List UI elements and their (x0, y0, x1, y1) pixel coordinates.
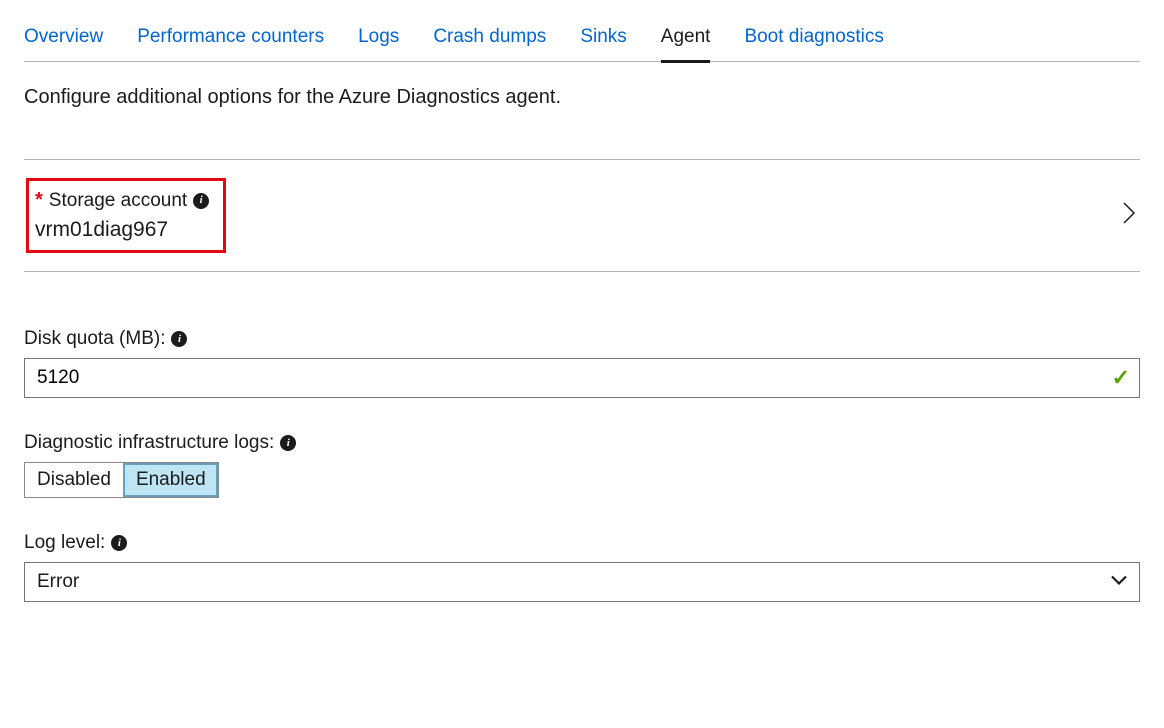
info-icon[interactable]: i (171, 331, 187, 347)
infra-logs-label: Diagnostic infrastructure logs: i (24, 432, 1140, 454)
page-description: Configure additional options for the Azu… (24, 86, 1140, 109)
tab-sinks[interactable]: Sinks (580, 20, 626, 63)
info-icon[interactable]: i (280, 435, 296, 451)
infra-logs-label-text: Diagnostic infrastructure logs: (24, 432, 274, 454)
storage-account-selector[interactable]: * Storage account i vrm01diag967 (24, 160, 1140, 272)
info-icon[interactable]: i (193, 193, 209, 209)
tab-logs[interactable]: Logs (358, 20, 399, 63)
infra-logs-group: Diagnostic infrastructure logs: i Disabl… (24, 432, 1140, 498)
log-level-label-text: Log level: (24, 532, 105, 554)
infra-logs-enabled-button[interactable]: Enabled (123, 463, 218, 497)
storage-account-label-text: Storage account (49, 190, 187, 212)
infra-logs-disabled-button[interactable]: Disabled (25, 463, 123, 497)
log-level-group: Log level: i Error (24, 532, 1140, 602)
log-level-select[interactable]: Error (24, 562, 1140, 602)
storage-account-value: vrm01diag967 (35, 218, 209, 242)
log-level-label: Log level: i (24, 532, 1140, 554)
info-icon[interactable]: i (111, 535, 127, 551)
storage-account-label: * Storage account i (35, 189, 209, 212)
tab-crash-dumps[interactable]: Crash dumps (433, 20, 546, 63)
chevron-right-icon (1122, 201, 1140, 231)
valid-check-icon: ✓ (1112, 365, 1130, 391)
infra-logs-toggle: Disabled Enabled (24, 462, 219, 498)
tab-agent[interactable]: Agent (661, 20, 711, 63)
disk-quota-group: Disk quota (MB): i ✓ (24, 328, 1140, 398)
highlight-annotation: * Storage account i vrm01diag967 (26, 178, 226, 253)
required-indicator: * (35, 189, 43, 212)
disk-quota-input[interactable] (24, 358, 1140, 398)
tab-performance-counters[interactable]: Performance counters (137, 20, 324, 63)
disk-quota-label-text: Disk quota (MB): (24, 328, 165, 350)
disk-quota-label: Disk quota (MB): i (24, 328, 1140, 350)
tab-overview[interactable]: Overview (24, 20, 103, 63)
tab-bar: Overview Performance counters Logs Crash… (24, 20, 1140, 62)
tab-boot-diagnostics[interactable]: Boot diagnostics (744, 20, 883, 63)
